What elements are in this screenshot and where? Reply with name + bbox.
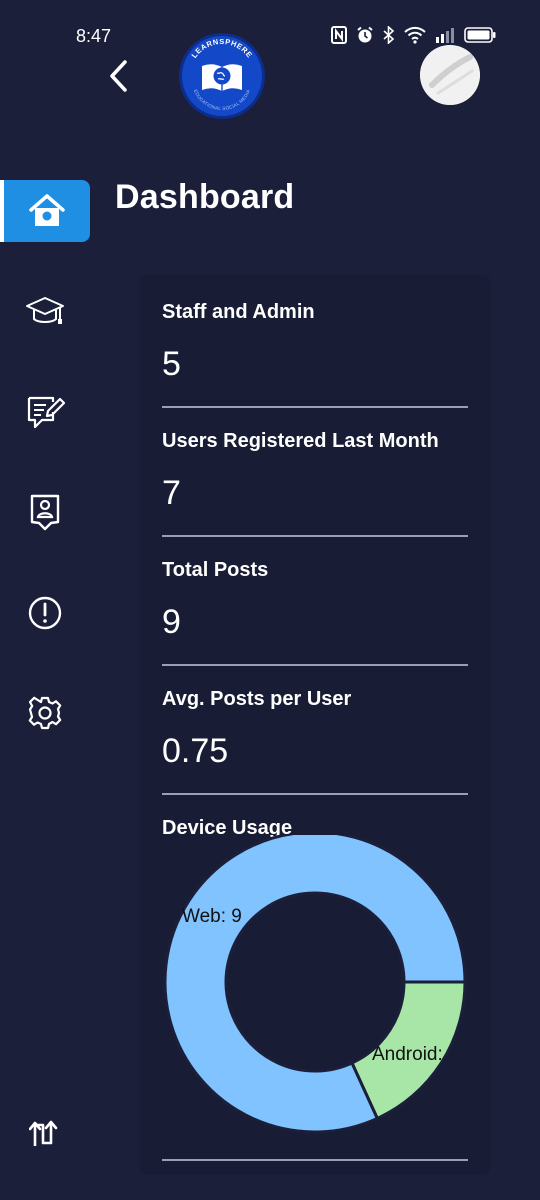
alarm-icon: [357, 26, 373, 43]
divider: [162, 1159, 468, 1161]
divider: [162, 793, 468, 795]
stat-label-avg: Avg. Posts per User: [162, 688, 352, 710]
divider: [162, 535, 468, 537]
status-icons: [331, 26, 496, 44]
wifi-icon: [404, 26, 426, 44]
chevron-left-icon: [110, 60, 127, 92]
bluetooth-icon: [383, 26, 395, 44]
slice-label-web: Web: 9: [182, 906, 242, 927]
nav-settings[interactable]: [22, 690, 68, 736]
nav-reports[interactable]: [22, 590, 68, 636]
alert-circle-icon: [28, 596, 62, 630]
divider: [162, 664, 468, 666]
edit-note-icon: [27, 396, 65, 429]
sort-arrows-icon: [29, 1120, 58, 1146]
stat-label-posts: Total Posts: [162, 559, 269, 581]
nav-users[interactable]: [22, 489, 68, 535]
stats-card: Staff and Admin 5 Users Registered Last …: [140, 275, 490, 1175]
gear-icon: [28, 696, 62, 730]
home-icon: [29, 194, 65, 226]
nav-courses[interactable]: [22, 288, 68, 334]
stat-label-staff: Staff and Admin: [162, 301, 315, 323]
stat-value-staff: 5: [162, 345, 181, 383]
nav-sort[interactable]: [22, 1111, 68, 1157]
contact-badge-icon: [30, 494, 60, 531]
stat-value-posts: 9: [162, 603, 181, 641]
page-title: Dashboard: [115, 178, 295, 216]
nav-posts[interactable]: [22, 389, 68, 435]
device-usage-chart: Web: 9 Android:: [163, 835, 467, 1134]
divider: [162, 406, 468, 408]
back-button[interactable]: [100, 56, 136, 96]
nav-home[interactable]: [0, 180, 90, 242]
stat-label-registered: Users Registered Last Month: [162, 430, 439, 452]
signal-icon: [436, 28, 454, 43]
stat-value-registered: 7: [162, 474, 181, 512]
stat-value-avg: 0.75: [162, 732, 229, 770]
graduation-cap-icon: [26, 297, 64, 324]
battery-icon: [464, 27, 496, 43]
slice-label-android: Android:: [372, 1044, 443, 1065]
profile-avatar[interactable]: [420, 45, 480, 105]
nfc-icon: [331, 26, 347, 44]
status-time: 8:47: [76, 26, 112, 46]
app-logo: LEARNSPHERE EDUCATIONAL SOCIAL MEDIA: [176, 32, 268, 120]
